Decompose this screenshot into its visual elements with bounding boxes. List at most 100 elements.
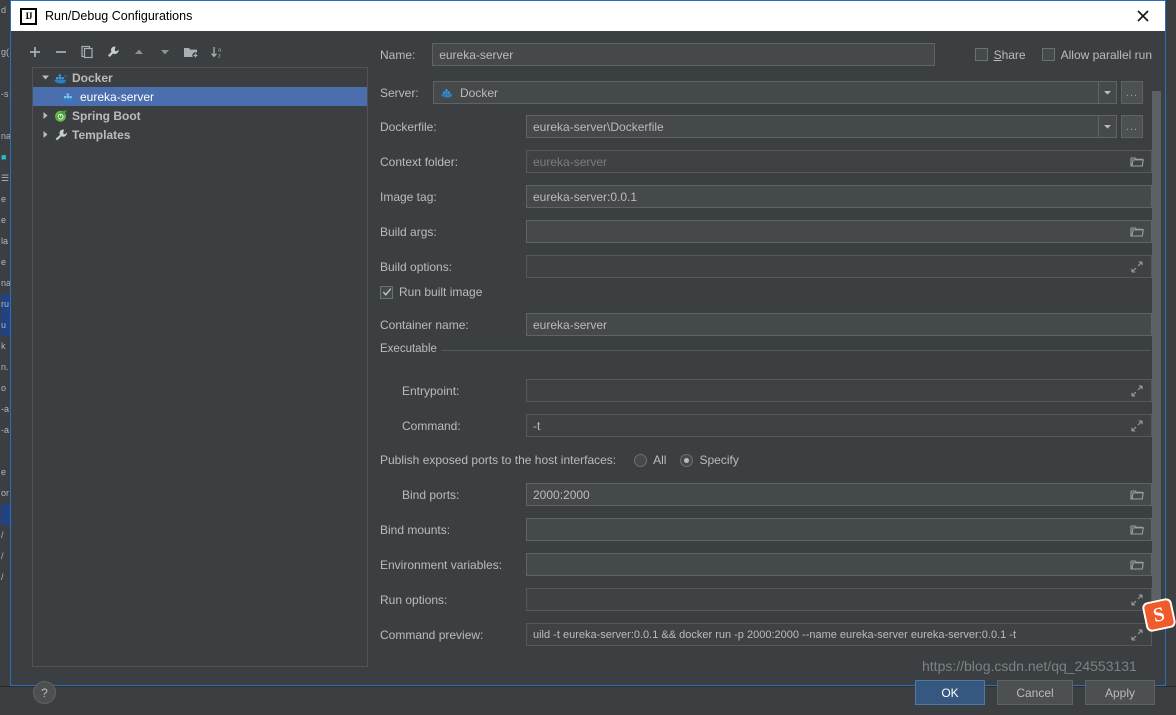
build-options-label: Build options: [380,259,453,274]
entrypoint-input[interactable] [526,379,1152,402]
share-label: Share [993,47,1026,62]
name-input-value: eureka-server [439,47,514,62]
move-down-button[interactable] [153,40,177,64]
add-configuration-button[interactable] [23,40,47,64]
expand-icon[interactable] [1129,627,1145,643]
environment-variables-input[interactable] [526,553,1152,576]
expand-icon[interactable] [1129,418,1145,434]
command-input[interactable]: -t [526,414,1152,437]
expand-icon[interactable] [1129,259,1145,275]
dockerfile-browse-button[interactable]: ... [1121,115,1143,138]
executable-group-divider [441,350,1151,351]
bind-ports-value: 2000:2000 [533,487,590,502]
publish-ports-label: Publish exposed ports to the host interf… [380,453,617,467]
build-args-input[interactable] [526,220,1152,243]
chevron-down-icon[interactable] [39,71,52,84]
spring-boot-icon [52,108,69,123]
environment-variables-label: Environment variables: [380,557,503,572]
command-preview-input[interactable]: uild -t eureka-server:0.0.1 && docker ru… [526,623,1152,646]
configurations-toolbar: a z [23,39,363,65]
docker-icon [440,86,457,99]
share-checkbox[interactable]: Share [974,47,1026,62]
publish-all-label: All [653,453,667,467]
run-built-image-checkbox-box[interactable] [380,285,393,299]
tree-node-spring-boot[interactable]: Spring Boot [33,106,367,125]
command-label: Command: [402,418,461,433]
svg-text:z: z [218,53,221,59]
entrypoint-label: Entrypoint: [402,383,460,398]
docker-icon [60,89,77,104]
copy-configuration-button[interactable] [75,40,99,64]
publish-specify-label: Specify [699,453,739,467]
chevron-down-icon[interactable] [1098,82,1116,103]
tree-node-templates[interactable]: Templates [33,125,367,144]
wrench-icon [52,127,69,142]
bind-mounts-input[interactable] [526,518,1152,541]
sogou-watermark-logo: S [1141,597,1176,633]
publish-all-radio[interactable]: All [634,453,666,467]
edit-templates-button[interactable] [101,40,125,64]
folder-icon[interactable] [1129,487,1145,503]
allow-parallel-run-label: Allow parallel run [1060,47,1152,62]
command-preview-value: uild -t eureka-server:0.0.1 && docker ru… [533,628,1017,641]
folder-icon[interactable] [1129,557,1145,573]
tree-node-label: Docker [72,70,113,85]
image-tag-value: eureka-server:0.0.1 [533,189,638,204]
dialog-button-bar: ? OK Cancel Apply [11,680,1165,715]
create-folder-button[interactable] [179,40,203,64]
folder-icon[interactable] [1129,224,1145,240]
server-combobox[interactable]: Docker [433,81,1117,104]
bind-mounts-label: Bind mounts: [380,522,451,537]
run-built-image-checkbox[interactable]: Run built image [380,285,482,299]
server-value: Docker [460,85,499,100]
tree-node-label: eureka-server [80,89,155,104]
context-folder-placeholder: eureka-server [533,154,608,169]
chevron-down-icon[interactable] [1098,116,1116,137]
command-preview-label: Command preview: [380,627,484,642]
dialog-content: a z Docker eureka-server Spring Boot Tem… [11,31,1165,705]
remove-configuration-button[interactable] [49,40,73,64]
form-scrollbar-thumb[interactable] [1152,91,1161,611]
docker-icon [52,70,69,85]
run-debug-configurations-dialog: IJ Run/Debug Configurations a z Docker e… [10,0,1166,705]
run-options-input[interactable] [526,588,1152,611]
allow-parallel-run-checkbox-box[interactable] [1041,48,1055,61]
intellij-idea-icon: IJ [20,7,37,25]
bind-ports-input[interactable]: 2000:2000 [526,483,1152,506]
csdn-watermark-url: https://blog.csdn.net/qq_24553131 [922,658,1137,674]
close-icon[interactable] [1135,8,1151,24]
folder-icon[interactable] [1129,522,1145,538]
tree-node-eureka-server[interactable]: eureka-server [33,87,367,106]
container-name-value: eureka-server [533,317,608,332]
dialog-title-bar: IJ Run/Debug Configurations [11,1,1165,31]
sort-configurations-button[interactable]: a z [205,40,229,64]
folder-icon[interactable] [1129,154,1145,170]
configurations-tree[interactable]: Docker eureka-server Spring Boot Templat… [32,67,368,667]
bind-ports-label: Bind ports: [402,487,460,502]
share-checkbox-box[interactable] [974,48,988,61]
publish-specify-radio-button[interactable] [680,453,694,467]
tree-node-docker[interactable]: Docker [33,68,367,87]
server-label: Server: [380,85,419,100]
container-name-input[interactable]: eureka-server [526,313,1152,336]
image-tag-input[interactable]: eureka-server:0.0.1 [526,185,1152,208]
dockerfile-label: Dockerfile: [380,119,437,134]
name-input[interactable]: eureka-server [432,43,935,66]
build-options-input[interactable] [526,255,1152,278]
dockerfile-combobox[interactable]: eureka-server\Dockerfile [526,115,1117,138]
move-up-button[interactable] [127,40,151,64]
allow-parallel-run-checkbox[interactable]: Allow parallel run [1041,47,1152,62]
chevron-right-icon[interactable] [39,109,52,122]
run-built-image-label: Run built image [399,285,483,299]
image-tag-label: Image tag: [380,189,437,204]
context-folder-input[interactable]: eureka-server [526,150,1152,173]
command-value: -t [533,418,541,433]
publish-specify-radio[interactable]: Specify [680,453,739,467]
publish-all-radio-button[interactable] [634,453,648,467]
chevron-right-icon[interactable] [39,128,52,141]
executable-group-label: Executable [380,343,443,355]
expand-icon[interactable] [1129,383,1145,399]
dockerfile-value: eureka-server\Dockerfile [533,119,664,134]
form-scrollbar[interactable] [1152,91,1161,646]
server-browse-button[interactable]: ... [1121,81,1143,104]
